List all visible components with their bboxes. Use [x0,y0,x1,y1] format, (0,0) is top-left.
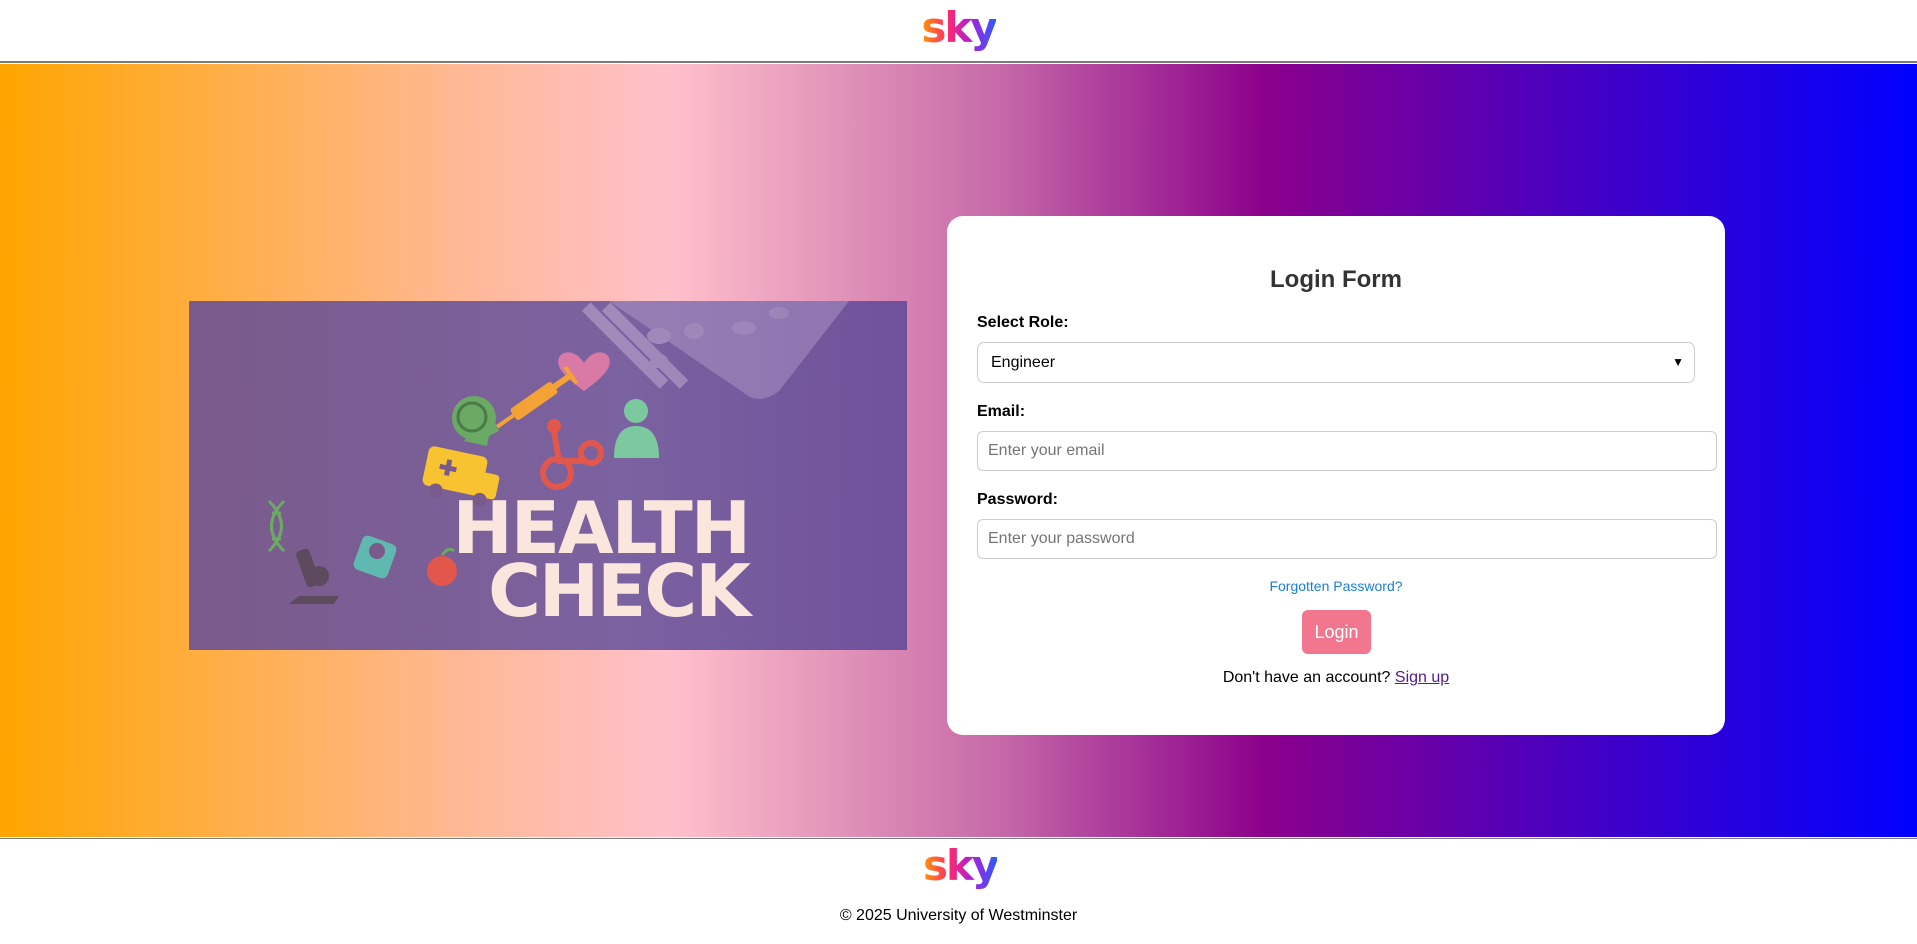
login-button[interactable]: Login [1302,610,1371,654]
person-icon [614,399,659,458]
role-select[interactable]: Engineer ▼ [977,342,1695,383]
heart-icon [558,352,610,391]
forgot-password-link[interactable]: Forgotten Password? [947,578,1725,594]
banner-title: HEALTH CHECK [453,492,751,633]
brain-icon [452,396,499,446]
email-field[interactable] [977,431,1717,471]
pill-bottle-icon [581,301,849,400]
signup-line: Don't have an account? Sign up [947,669,1725,687]
copyright-text: © 2025 University of Westminster [839,907,1078,924]
footer-sky-logo[interactable]: sky [923,845,999,893]
wheelchair-icon [540,430,604,490]
microscope-icon [289,548,339,604]
scale-icon [353,535,397,579]
login-card: Login Form Select Role: Engineer ▼ Email… [947,216,1725,735]
dna-icon [267,499,286,553]
role-select-value: Engineer [991,353,1056,371]
login-form-title: Login Form [1270,266,1402,293]
role-label: Select Role: [977,314,1069,331]
email-label: Email: [977,403,1026,420]
password-field[interactable] [977,519,1717,559]
sky-logo[interactable]: sky [921,6,997,55]
banner-title-line2: CHECK [488,549,751,633]
password-label: Password: [977,491,1058,508]
signup-prompt: Don't have an account? [1222,669,1395,686]
syringe-icon [495,365,579,429]
site-footer: sky © 2025 University of Westminster [0,838,1917,944]
signup-link[interactable]: Sign up [1395,669,1449,686]
health-check-banner: HEALTH CHECK [189,301,907,650]
hero-section: HEALTH CHECK Login Form Select Role: Eng… [0,64,1917,837]
chevron-down-icon: ▼ [1672,355,1684,369]
site-header: sky [0,0,1917,63]
